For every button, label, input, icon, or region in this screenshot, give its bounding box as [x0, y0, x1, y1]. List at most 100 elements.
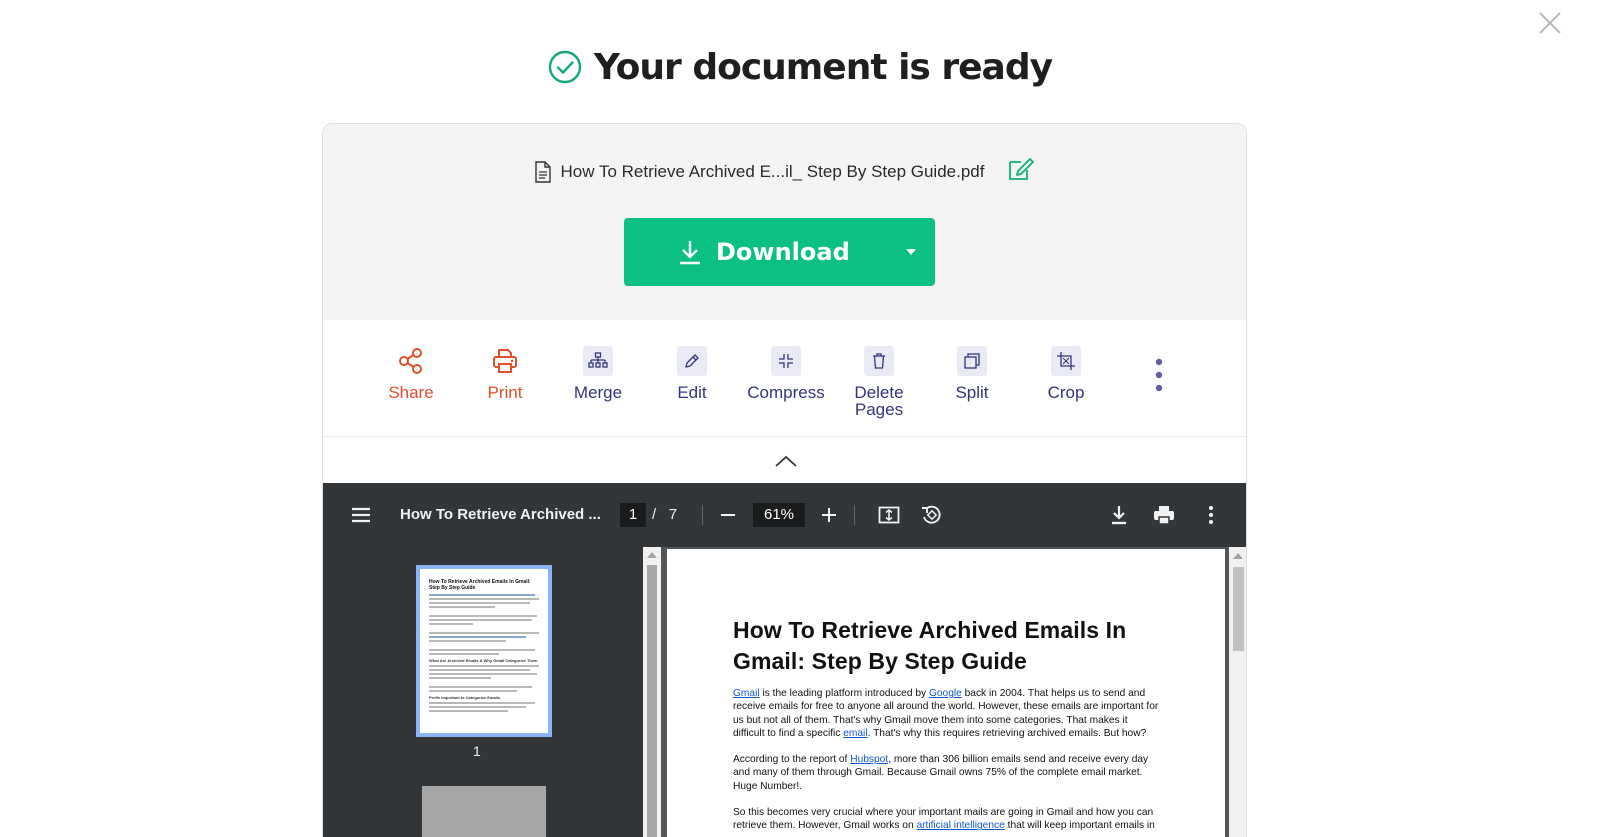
pencil-icon: [677, 346, 707, 376]
chevron-up-icon: [775, 455, 797, 467]
paragraph-text: . That's why this requires retrieving ar…: [867, 727, 1147, 739]
edit-label: Edit: [677, 383, 707, 402]
share-label: Share: [388, 383, 434, 402]
download-main[interactable]: Download: [624, 238, 887, 266]
thumbnail-heading: What Are Archived Emails & Why Gmail Cat…: [429, 658, 538, 663]
document-paragraph: Gmail is the leading platform introduced…: [733, 687, 1159, 740]
result-card: How To Retrieve Archived E...il_ Step By…: [322, 123, 1247, 837]
rotate-button[interactable]: [919, 503, 943, 532]
merge-icon: [583, 346, 613, 376]
crop-icon: [1051, 346, 1081, 376]
document-paragraph: According to the report of Hubspot, more…: [733, 753, 1159, 793]
sidebar-scrollbar[interactable]: [643, 547, 661, 837]
page-separator: /: [652, 506, 657, 523]
download-label: Download: [716, 238, 850, 266]
check-circle-icon: [548, 50, 582, 84]
share-icon: [396, 346, 426, 376]
rename-file-button[interactable]: [1007, 156, 1035, 187]
document-icon: [534, 160, 551, 183]
split-label: Split: [955, 383, 989, 402]
ai-link[interactable]: artificial intelligence: [916, 820, 1004, 831]
trash-icon: [864, 346, 894, 376]
scrollbar-thumb[interactable]: [1233, 567, 1244, 651]
thumbnail-heading: Prefix Important to Categorize Emails: [429, 695, 501, 700]
crop-label: Crop: [1047, 383, 1085, 402]
merge-label: Merge: [573, 383, 623, 402]
delete-pages-label: Delete Pages: [854, 383, 904, 419]
scroll-up-arrow[interactable]: [647, 552, 657, 558]
fit-page-button[interactable]: [877, 503, 901, 532]
share-tool[interactable]: Share: [364, 346, 458, 401]
toolbar-divider: [702, 505, 703, 525]
printer-icon: [1154, 506, 1174, 525]
download-icon: [680, 241, 700, 265]
minus-icon: [721, 514, 735, 516]
email-link[interactable]: email: [843, 728, 867, 739]
printer-icon: [490, 346, 520, 376]
scroll-up-arrow[interactable]: [1233, 553, 1243, 559]
document-paragraph: So this becomes very crucial where your …: [733, 806, 1159, 833]
scrollbar-thumb[interactable]: [647, 565, 657, 837]
compress-tool[interactable]: Compress: [739, 346, 833, 401]
viewer-more-button[interactable]: [1199, 503, 1223, 532]
total-pages: 7: [668, 506, 678, 523]
gmail-link[interactable]: Gmail: [733, 688, 760, 699]
page-count: / 7: [652, 506, 677, 523]
page-title: Your document is ready: [593, 46, 1053, 88]
google-link[interactable]: Google: [929, 688, 962, 699]
edit-icon: [1009, 158, 1035, 180]
file-name: How To Retrieve Archived E...il_ Step By…: [560, 161, 985, 181]
merge-tool[interactable]: Merge: [551, 346, 645, 401]
compress-icon: [771, 346, 801, 376]
delete-pages-tool[interactable]: Delete Pages: [832, 346, 926, 418]
split-tool[interactable]: Split: [925, 346, 1019, 401]
compress-label: Compress: [747, 383, 825, 402]
crop-tool[interactable]: Crop: [1019, 346, 1113, 401]
page-thumbnail[interactable]: [422, 786, 546, 837]
viewer-toolbar: How To Retrieve Archived ... 1 / 7 61%: [323, 483, 1246, 547]
page-header: Your document is ready: [0, 44, 1600, 90]
edit-tool[interactable]: Edit: [645, 346, 739, 401]
tools-row: Share Print Merge Edit Compress Delete P…: [323, 320, 1246, 437]
paragraph-text: that will keep important emails in: [1004, 820, 1155, 832]
fit-to-page-icon: [878, 506, 900, 524]
more-tools-button[interactable]: [1149, 356, 1169, 396]
document-title: How To Retrieve Archived Emails In Gmail…: [733, 617, 1127, 674]
rotate-icon: [922, 505, 941, 524]
plus-icon: [822, 508, 836, 522]
viewer-menu-button[interactable]: [349, 503, 373, 532]
hubspot-link[interactable]: Hubspot: [850, 754, 888, 765]
paragraph-text: According to the report of: [733, 754, 851, 766]
download-icon: [1112, 506, 1126, 525]
zoom-in-button[interactable]: [819, 505, 839, 530]
toolbar-divider: [854, 505, 855, 525]
zoom-out-button[interactable]: [718, 505, 738, 530]
page-thumbnail[interactable]: How To Retrieve Archived Emails In Gmail…: [416, 565, 552, 737]
thumbnail-title: How To Retrieve Archived Emails In Gmail…: [429, 579, 531, 591]
download-options-button[interactable]: [887, 218, 935, 286]
viewer-print-button[interactable]: [1152, 503, 1176, 532]
more-vertical-icon: [1209, 506, 1213, 524]
download-button[interactable]: Download: [624, 218, 935, 286]
collapse-button[interactable]: [773, 451, 799, 471]
thumbnail-page-number: 1: [473, 743, 481, 759]
card-top-panel: How To Retrieve Archived E...il_ Step By…: [323, 124, 1246, 320]
pdf-viewer: How To Retrieve Archived ... 1 / 7 61% H…: [323, 483, 1246, 837]
print-tool[interactable]: Print: [458, 346, 552, 401]
file-name-row: How To Retrieve Archived E...il_ Step By…: [323, 156, 1246, 187]
close-icon: [1539, 12, 1561, 34]
page-number-input[interactable]: 1: [620, 503, 646, 527]
caret-down-icon: [906, 249, 916, 255]
viewer-title: How To Retrieve Archived ...: [400, 506, 601, 523]
document-view: How To Retrieve Archived Emails In Gmail…: [661, 547, 1229, 837]
split-icon: [957, 346, 987, 376]
document-scrollbar[interactable]: [1229, 547, 1246, 837]
more-vertical-icon: [1155, 358, 1163, 392]
zoom-input[interactable]: 61%: [753, 503, 805, 527]
paragraph-text: is the leading platform introduced by: [759, 688, 929, 699]
viewer-download-button[interactable]: [1107, 503, 1131, 532]
hamburger-icon: [352, 507, 370, 523]
document-page: How To Retrieve Archived Emails In Gmail…: [667, 549, 1225, 837]
print-label: Print: [487, 383, 523, 402]
close-button[interactable]: [1534, 8, 1564, 38]
